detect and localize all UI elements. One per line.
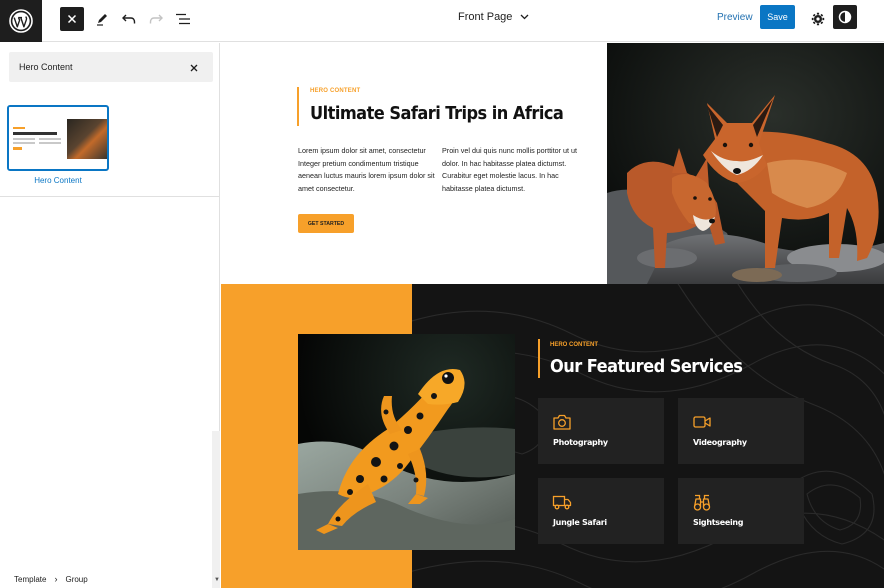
pattern-preview-hero-content[interactable] <box>7 105 109 171</box>
pattern-search <box>9 52 213 82</box>
clear-search-button[interactable] <box>187 61 201 75</box>
hero-paragraph-left[interactable]: Lorem ipsum dolor sit amet, consectetur … <box>298 145 436 195</box>
pattern-label: Hero Content <box>34 176 82 185</box>
half-circle-icon <box>838 10 852 24</box>
chevron-right-icon: › <box>54 574 58 584</box>
editor-canvas: HERO CONTENT Ultimate Safari Trips in Af… <box>221 43 884 588</box>
pencil-icon <box>97 14 107 26</box>
sidebar-scrollbar[interactable] <box>212 431 220 588</box>
wordpress-icon <box>9 9 33 33</box>
service-card-sightseeing[interactable]: Sightseeing <box>678 478 804 544</box>
service-label: Photography <box>553 438 608 447</box>
close-icon <box>190 64 198 72</box>
list-view-button[interactable] <box>171 5 195 33</box>
undo-icon <box>122 14 136 24</box>
close-inserter-button[interactable] <box>60 7 84 31</box>
redo-button[interactable] <box>144 5 168 33</box>
hero-paragraph-right[interactable]: Proin vel dui quis nunc mollis porttitor… <box>442 145 580 195</box>
pattern-inserter-sidebar: Hero Content ▼ <box>0 43 220 588</box>
document-title-dropdown[interactable]: Front Page <box>458 11 529 23</box>
poison-dart-frog-image[interactable] <box>298 334 515 550</box>
document-title: Front Page <box>458 11 513 23</box>
truck-icon <box>552 495 572 510</box>
block-breadcrumb: Template › Group <box>0 570 220 588</box>
service-card-photography[interactable]: Photography <box>538 398 664 464</box>
service-card-videography[interactable]: Videography <box>678 398 804 464</box>
wordpress-logo-button[interactable] <box>0 0 42 42</box>
foxes-photo <box>607 43 884 284</box>
hero-section[interactable]: HERO CONTENT Ultimate Safari Trips in Af… <box>221 43 884 284</box>
tools-button[interactable] <box>90 5 114 33</box>
frog-photo <box>298 334 515 550</box>
services-accent-rule <box>538 339 540 378</box>
redo-icon <box>149 14 163 24</box>
foxes-image[interactable] <box>607 43 884 284</box>
service-card-jungle-safari[interactable]: Jungle Safari <box>538 478 664 544</box>
undo-button[interactable] <box>117 5 141 33</box>
list-view-icon <box>176 13 190 25</box>
editor-topbar: Front Page Preview Save <box>0 0 884 42</box>
close-icon <box>67 14 77 24</box>
preview-button[interactable]: Preview <box>717 12 753 23</box>
hero-eyebrow[interactable]: HERO CONTENT <box>310 88 360 94</box>
get-started-button[interactable]: GET STARTED <box>298 214 354 233</box>
styles-button[interactable] <box>833 5 857 29</box>
service-label: Jungle Safari <box>553 518 607 527</box>
service-label: Videography <box>693 438 747 447</box>
services-heading[interactable]: Our Featured Services <box>550 356 743 377</box>
save-button[interactable]: Save <box>760 5 795 29</box>
featured-services-section[interactable]: HERO CONTENT Our Featured Services Photo… <box>221 284 884 588</box>
binoculars-icon <box>693 494 711 511</box>
camera-icon <box>553 414 571 430</box>
hero-accent-rule <box>297 87 299 126</box>
services-eyebrow[interactable]: HERO CONTENT <box>550 342 598 348</box>
chevron-down-icon <box>520 14 529 20</box>
gear-icon <box>811 12 825 26</box>
settings-button[interactable] <box>806 5 830 33</box>
pattern-thumbnail-text-area <box>9 107 67 169</box>
pattern-thumbnail-image <box>67 119 107 159</box>
hero-heading[interactable]: Ultimate Safari Trips in Africa <box>310 103 564 124</box>
video-camera-icon <box>693 416 711 428</box>
service-label: Sightseeing <box>693 518 744 527</box>
breadcrumb-item-group[interactable]: Group <box>65 575 87 584</box>
sidebar-divider <box>0 196 220 197</box>
breadcrumb-item-template[interactable]: Template <box>14 575 46 584</box>
pattern-search-input[interactable] <box>9 52 189 82</box>
